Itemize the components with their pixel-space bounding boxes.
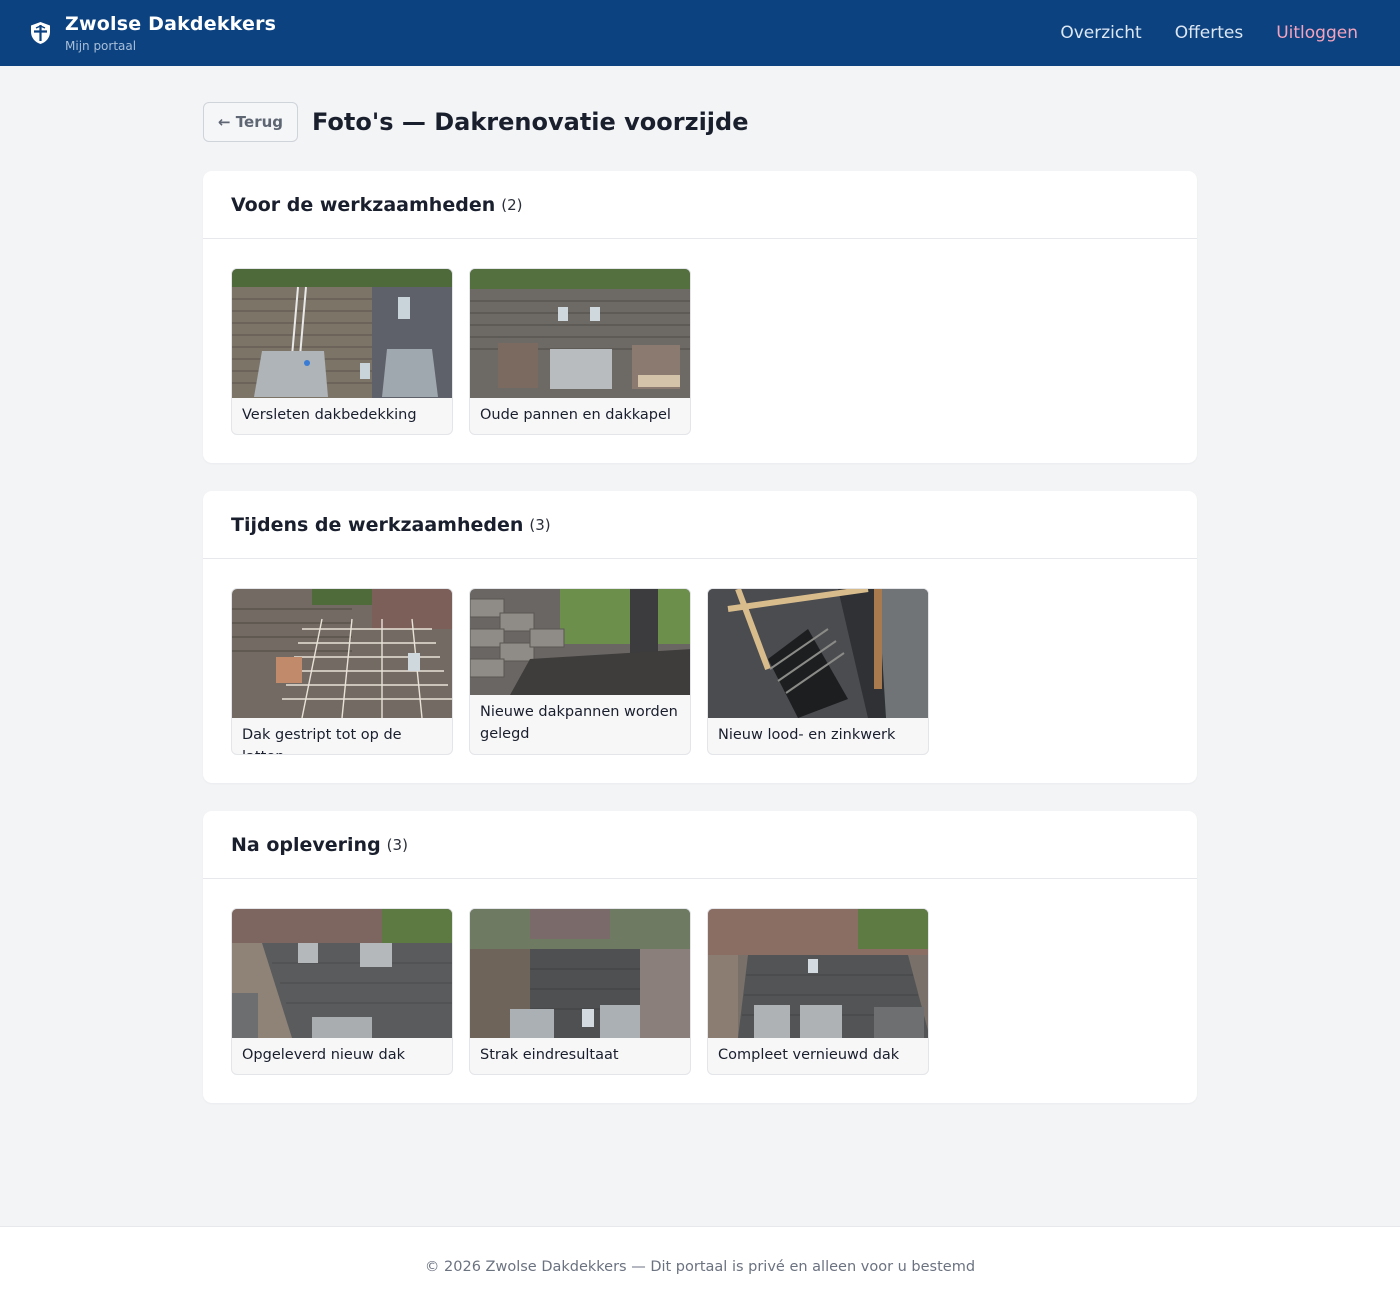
roof-photo-image [708, 589, 928, 718]
photo-caption: Nieuwe dakpannen worden gelegd [480, 704, 678, 742]
photo-grid: Opgeleverd nieuw dak Strak eindresultaat… [203, 879, 1197, 1103]
roof-photo-image [470, 909, 690, 1038]
top-navbar: Zwolse Dakdekkers Mijn portaal Overzicht… [0, 0, 1400, 66]
photo-caption: Opgeleverd nieuw dak [242, 1047, 405, 1063]
photo-grid: Versleten dakbedekking Oude pannen en da… [203, 239, 1197, 463]
main-content: ← Terug Foto's — Dakrenovatie voorzijde … [203, 102, 1197, 1131]
page-title: Foto's — Dakrenovatie voorzijde [312, 108, 749, 136]
photo-card[interactable]: Versleten dakbedekking [231, 268, 453, 435]
page-footer: © 2026 Zwolse Dakdekkers — Dit portaal i… [0, 1226, 1400, 1306]
photo-card[interactable]: Strak eindresultaat [469, 908, 691, 1075]
main-nav: Overzicht Offertes Uitloggen [1060, 23, 1358, 43]
section-count: (3) [386, 835, 408, 854]
photo-card[interactable]: Nieuw lood- en zinkwerk [707, 588, 929, 755]
brand-subtitle: Mijn portaal [65, 38, 137, 53]
section-title: Na oplevering [231, 833, 381, 856]
section-tijdens: Tijdens de werkzaamheden (3) Dak gestrip… [203, 491, 1197, 783]
roof-photo-image [470, 269, 690, 398]
photo-card[interactable]: Opgeleverd nieuw dak [231, 908, 453, 1075]
section-count: (2) [501, 195, 523, 214]
roof-photo-image [232, 269, 452, 398]
brand-name: Zwolse Dakdekkers [65, 12, 277, 35]
roof-photo-image [232, 909, 452, 1038]
photo-grid: Dak gestript tot op de latten Nieuwe dak… [203, 559, 1197, 783]
section-voor: Voor de werkzaamheden (2) Versleten dakb… [203, 171, 1197, 463]
section-title: Tijdens de werkzaamheden [231, 513, 524, 536]
photo-caption: Strak eindresultaat [480, 1047, 619, 1063]
section-header: Na oplevering (3) [203, 811, 1197, 879]
nav-overzicht[interactable]: Overzicht [1060, 23, 1141, 43]
back-button[interactable]: ← Terug [203, 102, 298, 142]
photo-caption: Versleten dakbedekking [242, 407, 417, 423]
brand[interactable]: Zwolse Dakdekkers Mijn portaal [30, 12, 276, 55]
footer-text: © 2026 Zwolse Dakdekkers — Dit portaal i… [424, 1258, 976, 1275]
photo-card[interactable]: Dak gestript tot op de latten [231, 588, 453, 755]
nav-offertes[interactable]: Offertes [1175, 23, 1244, 43]
photo-caption: Nieuw lood- en zinkwerk [718, 727, 896, 743]
section-title: Voor de werkzaamheden [231, 193, 496, 216]
nav-uitloggen[interactable]: Uitloggen [1276, 23, 1358, 43]
page-header: ← Terug Foto's — Dakrenovatie voorzijde [203, 102, 1197, 142]
section-header: Tijdens de werkzaamheden (3) [203, 491, 1197, 559]
roof-photo-image [708, 909, 928, 1038]
photo-card[interactable]: Oude pannen en dakkapel [469, 268, 691, 435]
photo-caption: Compleet vernieuwd dak [718, 1047, 900, 1063]
roof-photo-image [470, 589, 690, 695]
section-na: Na oplevering (3) Opgeleverd nieuw dak S… [203, 811, 1197, 1103]
photo-card[interactable]: Nieuwe dakpannen worden gelegd [469, 588, 691, 755]
photo-card[interactable]: Compleet vernieuwd dak [707, 908, 929, 1075]
shield-logo-icon [31, 22, 50, 44]
section-header: Voor de werkzaamheden (2) [203, 171, 1197, 239]
photo-caption: Oude pannen en dakkapel [480, 407, 671, 423]
roof-photo-image [232, 589, 452, 718]
section-count: (3) [529, 515, 551, 534]
photo-caption: Dak gestript tot op de latten [242, 727, 402, 754]
